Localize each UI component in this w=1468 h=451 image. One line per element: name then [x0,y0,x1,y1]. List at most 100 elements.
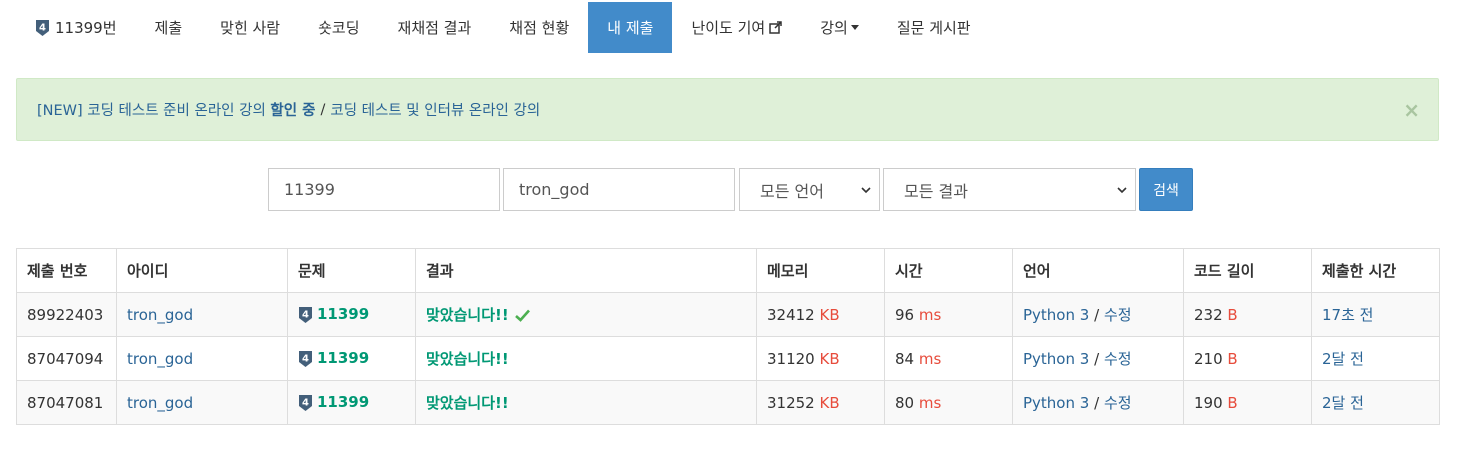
nav-board-label: 질문 게시판 [896,19,971,37]
check-icon [514,309,530,322]
time-value: 84 [895,349,915,368]
tier-badge-icon: 4 [36,19,49,36]
user-link[interactable]: tron_god [127,394,193,412]
search-button[interactable]: 검색 [1139,168,1193,211]
memory-cell: 31252 KB [756,380,885,425]
tier-badge-icon: 4 [299,394,312,411]
result-text: 맞았습니다!! [426,394,509,412]
user-link[interactable]: tron_god [127,350,193,368]
header-memory: 메모리 [756,248,885,293]
close-icon[interactable]: × [1403,98,1420,122]
nav-rejudge-label: 재채점 결과 [397,19,472,37]
chevron-down-icon [1117,186,1127,193]
language-cell: Python 3 / 수정 [1012,380,1184,425]
submitted-time-cell: 2달 전 [1311,380,1440,425]
time-cell: 96 ms [884,292,1013,337]
svg-text:4: 4 [302,397,309,408]
promo-alert: [NEW] 코딩 테스트 준비 온라인 강의 할인 중 / 코딩 테스트 및 인… [16,78,1439,141]
nav-problem-label: 11399번 [55,19,117,37]
problem-link[interactable]: 11399 [317,305,369,323]
submitted-time-link[interactable]: 2달 전 [1322,394,1364,412]
problem-nav: 4 11399번 제출 맞힌 사람 숏코딩 재채점 결과 채점 현황 내 제출 … [16,2,990,53]
language-select[interactable]: 모든 언어 [739,168,880,211]
problem-link[interactable]: 11399 [317,393,369,411]
svg-text:4: 4 [302,309,309,320]
nav-board[interactable]: 질문 게시판 [878,2,990,53]
caret-down-icon [850,25,859,30]
nav-my-submissions[interactable]: 내 제출 [588,2,673,53]
submission-id: 87047094 [16,336,117,381]
memory-cell: 32412 KB [756,292,885,337]
user-link[interactable]: tron_god [127,306,193,324]
submission-id: 89922403 [16,292,117,337]
problem-cell: 4 11399 [287,292,416,337]
user-cell: tron_god [116,292,288,337]
problem-cell: 4 11399 [287,380,416,425]
tier-badge-icon: 4 [299,350,312,367]
submitted-time-link[interactable]: 17초 전 [1322,306,1373,324]
language-link[interactable]: Python 3 [1023,394,1089,412]
result-text: 맞았습니다!! [426,306,509,324]
code-length-value: 190 [1194,393,1223,412]
svg-text:4: 4 [302,353,309,364]
nav-rejudge[interactable]: 재채점 결과 [379,2,491,53]
memory-value: 31120 [767,349,815,368]
code-length-value: 210 [1194,349,1223,368]
submitted-time-cell: 2달 전 [1311,336,1440,381]
header-result: 결과 [415,248,757,293]
header-submission-id: 제출 번호 [16,248,117,293]
nav-solvers[interactable]: 맞힌 사람 [201,2,299,53]
result-cell: 맞았습니다!! [415,292,757,337]
edit-link[interactable]: 수정 [1104,350,1132,368]
nav-status-label: 채점 현황 [509,19,570,37]
language-separator: / [1094,394,1100,412]
time-unit: ms [918,393,942,412]
nav-difficulty-label: 난이도 기여 [691,19,766,37]
header-time: 시간 [884,248,1013,293]
time-cell: 84 ms [884,336,1013,381]
user-id-input[interactable]: tron_god [503,168,735,211]
nav-difficulty[interactable]: 난이도 기여 [672,2,801,53]
code-length-unit: B [1227,349,1238,368]
result-cell: 맞았습니다!! [415,336,757,381]
edit-link[interactable]: 수정 [1104,394,1132,412]
user-cell: tron_god [116,336,288,381]
nav-short-coding-label: 숏코딩 [318,19,360,37]
tier-badge-icon: 4 [299,306,312,323]
table-row: 89922403 tron_god 4 11399 맞았습니다!! 32412 … [16,292,1440,337]
nav-status[interactable]: 채점 현황 [490,2,588,53]
header-user: 아이디 [116,248,288,293]
result-select-value: 모든 결과 [904,181,968,201]
table-row: 87047081 tron_god 4 11399 맞았습니다!! 31252 … [16,380,1440,425]
problem-link[interactable]: 11399 [317,349,369,367]
time-unit: ms [918,305,942,324]
promo-separator: / [320,101,326,118]
language-cell: Python 3 / 수정 [1012,336,1184,381]
submitted-time-link[interactable]: 2달 전 [1322,350,1364,368]
header-problem: 문제 [287,248,416,293]
memory-unit: KB [819,305,840,324]
problem-id-input[interactable]: 11399 [268,168,500,211]
nav-lectures[interactable]: 강의 [801,2,878,53]
language-link[interactable]: Python 3 [1023,306,1089,324]
nav-problem[interactable]: 4 11399번 [16,2,136,53]
promo-link[interactable]: [NEW] 코딩 테스트 준비 온라인 강의 할인 중 [37,99,315,120]
language-link[interactable]: Python 3 [1023,350,1089,368]
memory-cell: 31120 KB [756,336,885,381]
lecture-link[interactable]: 코딩 테스트 및 인터뷰 온라인 강의 [330,99,540,120]
submission-id: 87047081 [16,380,117,425]
time-value: 80 [895,393,915,412]
edit-link[interactable]: 수정 [1104,306,1132,324]
svg-text:4: 4 [39,22,46,33]
nav-submit[interactable]: 제출 [136,2,202,53]
result-cell: 맞았습니다!! [415,380,757,425]
language-separator: / [1094,306,1100,324]
code-length-unit: B [1227,393,1238,412]
user-cell: tron_god [116,380,288,425]
nav-short-coding[interactable]: 숏코딩 [299,2,378,53]
result-select[interactable]: 모든 결과 [883,168,1136,211]
nav-lectures-label: 강의 [820,19,848,37]
code-length-cell: 190 B [1183,380,1312,425]
header-language: 언어 [1012,248,1184,293]
header-code-length: 코드 길이 [1183,248,1312,293]
